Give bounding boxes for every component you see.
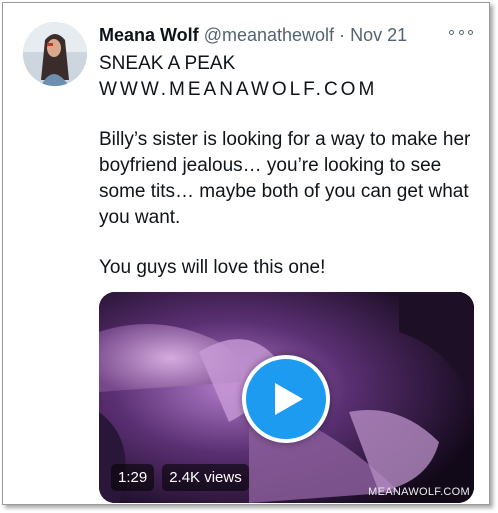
tweet-text-line: you want. xyxy=(99,207,181,228)
separator-dot: · xyxy=(339,25,346,45)
play-button[interactable] xyxy=(242,355,330,443)
tweet-text-line: SNEAK A PEAK xyxy=(99,53,236,74)
video-stats: 1:29 2.4K views xyxy=(111,464,249,491)
tweet-text-line: boyfriend jealous… you’re looking to see xyxy=(99,155,442,176)
tweet-header: Meana Wolf @meanathewolf · Nov 21 xyxy=(99,22,479,48)
video-views: 2.4K views xyxy=(162,464,249,491)
tweet-text-line: You guys will love this one! xyxy=(99,257,326,278)
avatar[interactable] xyxy=(23,22,87,86)
play-icon xyxy=(275,383,303,415)
video-duration: 1:29 xyxy=(111,464,155,491)
tweet-text-line: Billy’s sister is looking for a way to m… xyxy=(99,129,471,150)
tweet-text-line: some tits… maybe both of you can get wha… xyxy=(99,181,469,202)
tweet-card: Meana Wolf @meanathewolf · Nov 21 SNEAK … xyxy=(2,2,490,505)
video-watermark: MEANAWOLF.COM xyxy=(368,486,470,498)
author-handle[interactable]: @meanathewolf xyxy=(204,25,334,45)
more-options-icon[interactable] xyxy=(449,25,473,39)
author-name[interactable]: Meana Wolf xyxy=(99,25,199,45)
tweet-link[interactable]: WWW.MEANAWOLF.COM xyxy=(99,77,377,103)
video-player[interactable]: 1:29 2.4K views MEANAWOLF.COM xyxy=(99,292,474,503)
tweet-date[interactable]: Nov 21 xyxy=(350,25,407,45)
